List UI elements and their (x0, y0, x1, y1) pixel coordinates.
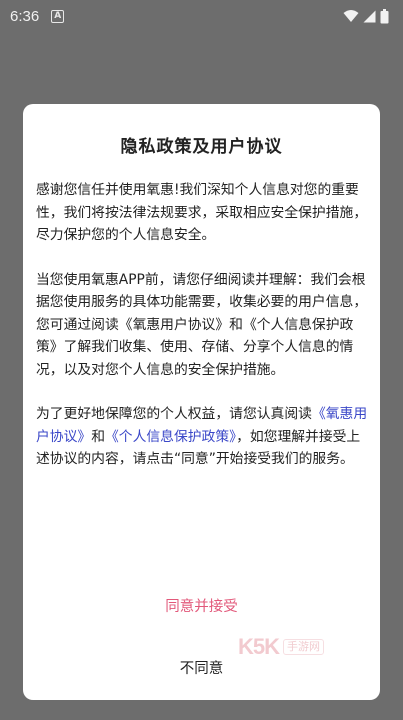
signal-icon (363, 10, 376, 22)
wifi-icon (343, 10, 359, 22)
collection-paragraph: 当您使用氧惠APP前，请您仔细阅读并理解：我们会根据您使用服务的具体功能需要，收… (36, 271, 368, 378)
status-bar: 6:36 A (0, 0, 403, 32)
watermark-text: 手游网 (283, 639, 325, 655)
battery-icon (380, 8, 389, 23)
intro-paragraph: 感谢您信任并使用氧惠!我们深知个人信息对您的重要性，我们将按法律法规要求，采取相… (36, 182, 368, 243)
consent-prefix: 为了更好地保障您的个人权益，请您认真阅读 (36, 406, 312, 422)
screen: 6:36 A 隐私政策及用户协议 感谢您信任并使用氧惠!我们深知个人信息对您的重… (0, 0, 403, 720)
dialog-title: 隐私政策及用户协议 (120, 137, 283, 157)
privacy-policy-link[interactable]: 《个人信息保护政策》 (105, 429, 236, 445)
status-right (343, 8, 389, 24)
agree-button[interactable]: 同意并接受 (23, 594, 380, 620)
notification-icon: A (51, 9, 65, 23)
consent-paragraph: 为了更好地保障您的个人权益，请您认真阅读《氧惠用户协议》和《个人信息保护政策》，… (36, 403, 370, 471)
privacy-dialog: 隐私政策及用户协议 感谢您信任并使用氧惠!我们深知个人信息对您的重要性，我们将按… (23, 104, 380, 700)
dialog-body: 感谢您信任并使用氧惠!我们深知个人信息对您的重要性，我们将按法律法规要求，采取相… (36, 179, 370, 471)
watermark-logo: K5K 手游网 (238, 634, 358, 660)
status-left: 6:36 A (10, 7, 65, 25)
watermark-mark: K5K (238, 634, 280, 659)
consent-and: 和 (91, 428, 105, 445)
status-time: 6:36 (10, 7, 40, 25)
